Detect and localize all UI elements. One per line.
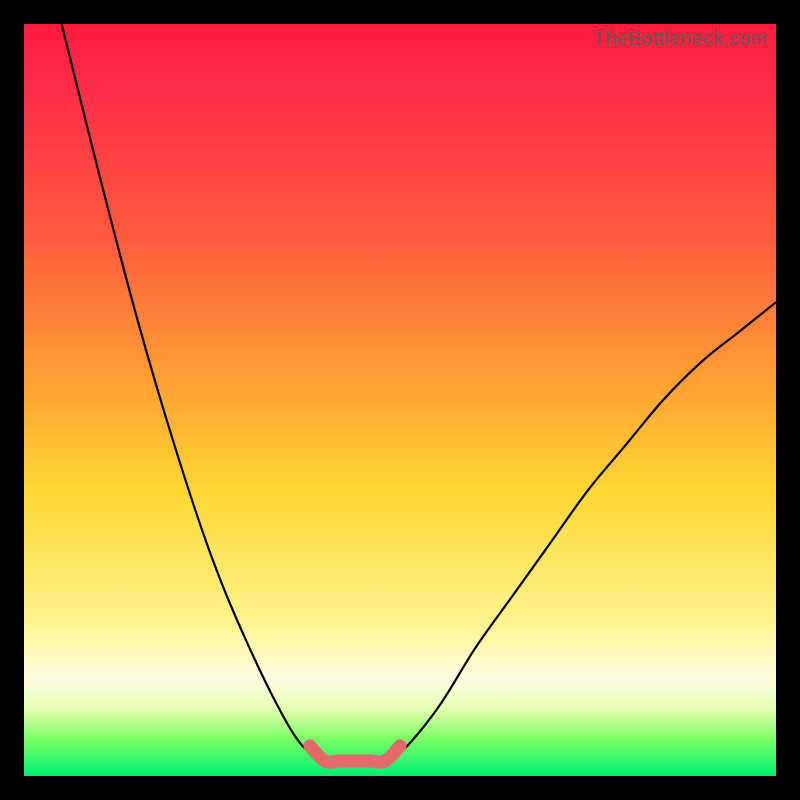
right-curve	[370, 302, 776, 761]
chart-frame: TheBottleneck.com	[0, 0, 800, 800]
plot-area: TheBottleneck.com	[24, 24, 776, 776]
left-curve	[62, 24, 340, 762]
chart-svg	[24, 24, 776, 776]
floor-highlight	[310, 746, 400, 762]
